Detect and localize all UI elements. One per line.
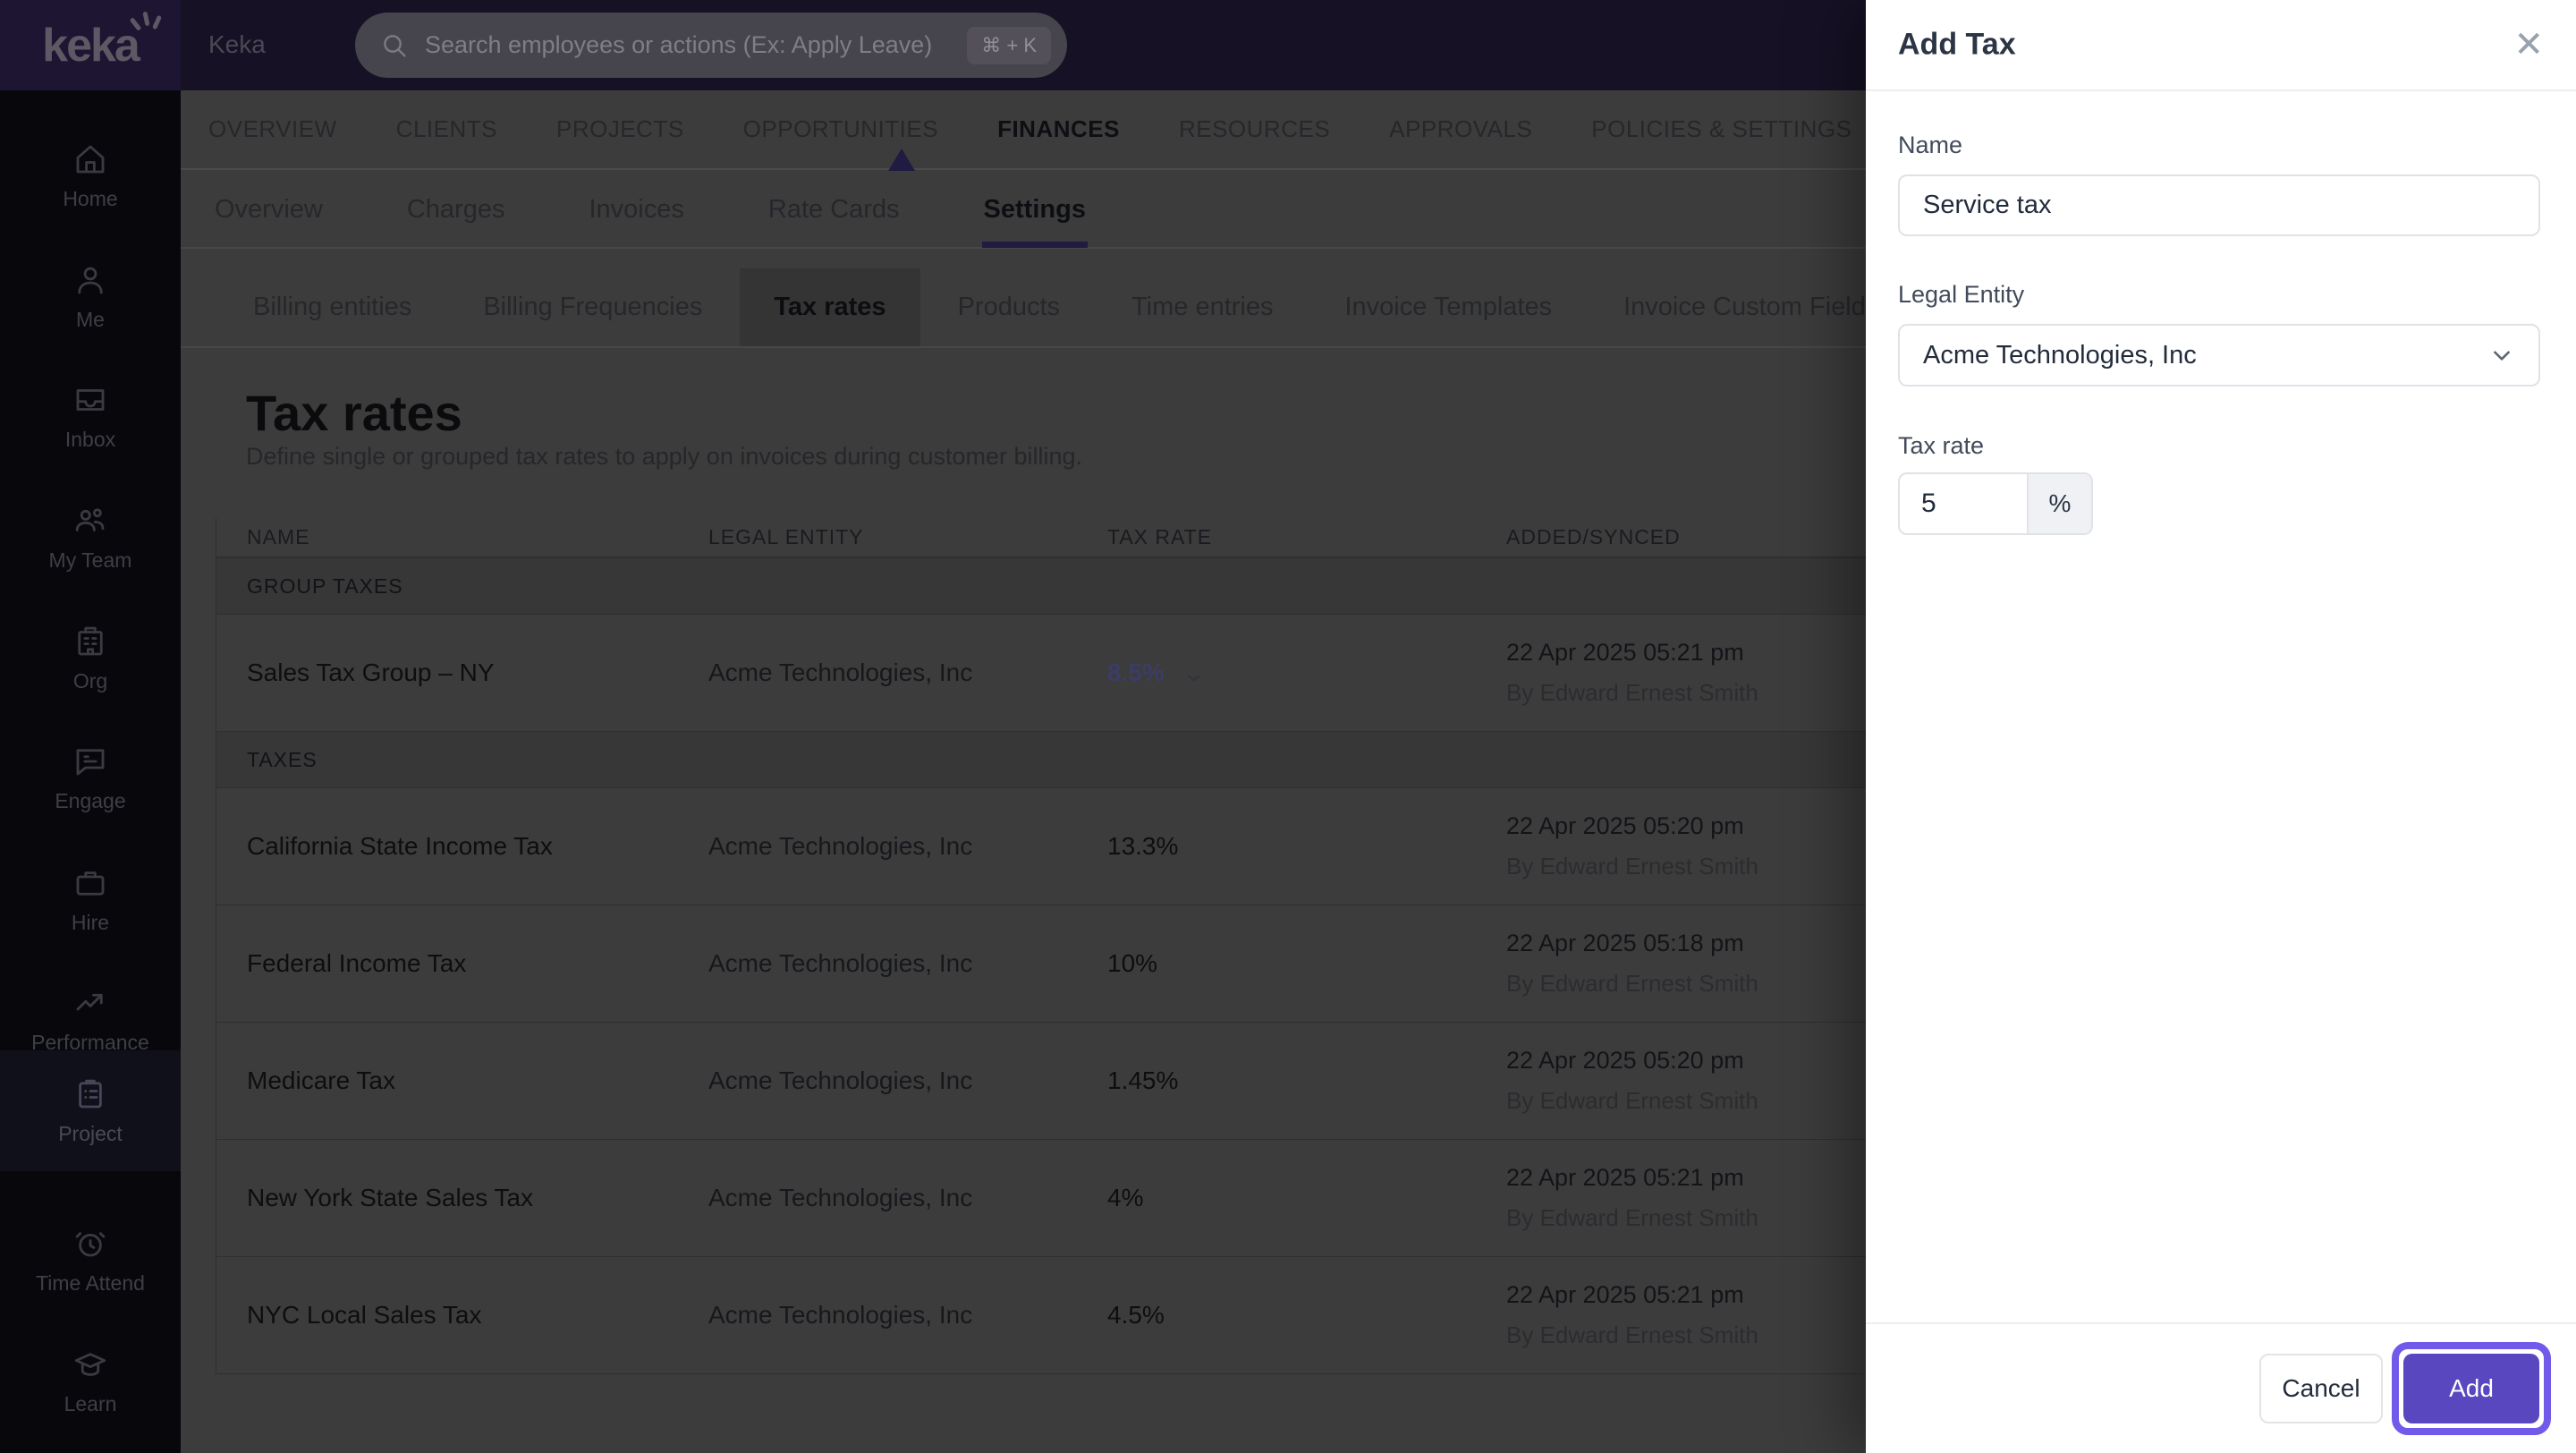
sidebar-item-home[interactable]: Home <box>0 115 181 236</box>
tab-projects[interactable]: PROJECTS <box>556 115 684 143</box>
tab-opportunities[interactable]: OPPORTUNITIES <box>743 115 938 143</box>
name-field[interactable]: Service tax <box>1898 174 2540 236</box>
drawer-footer: Cancel Add <box>1866 1322 2576 1453</box>
home-icon <box>72 140 109 178</box>
subtab-invoices[interactable]: Invoices <box>589 175 683 244</box>
tax-rate-field[interactable]: 5 <box>1900 474 2027 533</box>
legal-entity-label: Legal Entity <box>1898 281 2024 309</box>
col-header-name: NAME <box>216 525 708 549</box>
close-icon[interactable]: ✕ <box>2513 27 2544 63</box>
legal-entity-select[interactable]: Acme Technologies, Inc <box>1898 324 2540 387</box>
briefcase-icon <box>72 864 109 902</box>
user-icon <box>72 261 109 299</box>
sidebar-item-project[interactable]: Project <box>0 1050 181 1171</box>
tab-clients[interactable]: CLIENTS <box>396 115 497 143</box>
pill-tax-rates[interactable]: Tax rates <box>740 268 919 346</box>
pill-time-entries[interactable]: Time entries <box>1131 268 1273 346</box>
pill-invoice-templates[interactable]: Invoice Templates <box>1344 268 1552 346</box>
subtab-charges[interactable]: Charges <box>407 175 505 244</box>
sidebar-item-my-team[interactable]: My Team <box>0 477 181 598</box>
pill-billing-entities[interactable]: Billing entities <box>253 268 411 346</box>
logo-spark-icon <box>131 10 162 37</box>
sidebar-nav: Home Me Inbox My Team Org Engage Hire Pe… <box>0 90 181 1453</box>
clipboard-icon <box>72 1075 109 1113</box>
global-search-input[interactable]: Search employees or actions (Ex: Apply L… <box>355 13 1067 78</box>
group-rate-link[interactable]: 8.5% <box>1107 659 1165 686</box>
team-icon <box>72 502 109 540</box>
chat-icon <box>72 743 109 780</box>
app-title: Keka <box>208 30 266 59</box>
subtab-rate-cards[interactable]: Rate Cards <box>768 175 900 244</box>
cancel-button[interactable]: Cancel <box>2259 1354 2383 1423</box>
pill-products[interactable]: Products <box>958 268 1060 346</box>
sidebar-item-me[interactable]: Me <box>0 236 181 357</box>
tax-rate-group: 5 % <box>1898 472 2093 535</box>
sidebar-item-inbox[interactable]: Inbox <box>0 356 181 477</box>
sidebar-item-hire[interactable]: Hire <box>0 839 181 960</box>
pill-billing-frequencies[interactable]: Billing Frequencies <box>483 268 702 346</box>
keka-logo[interactable]: keka <box>0 0 181 90</box>
chevron-down-icon <box>2490 344 2513 367</box>
sidebar-item-org[interactable]: Org <box>0 598 181 718</box>
page-title: Tax rates <box>246 386 462 441</box>
col-header-tax-rate: TAX RATE <box>1107 525 1506 549</box>
add-button[interactable]: Add <box>2403 1354 2539 1423</box>
tab-policies-settings[interactable]: POLICIES & SETTINGS <box>1591 115 1852 143</box>
pill-invoice-custom-fields[interactable]: Invoice Custom Fields <box>1623 268 1878 346</box>
tab-finances[interactable]: FINANCES <box>997 115 1120 143</box>
col-header-legal-entity: LEGAL ENTITY <box>708 525 1107 549</box>
tax-rate-label: Tax rate <box>1898 432 1984 460</box>
search-icon <box>380 31 409 60</box>
drawer-header: Add Tax ✕ <box>1866 0 2576 91</box>
drawer-title: Add Tax <box>1898 28 2016 63</box>
logo-text: keka <box>42 20 139 72</box>
active-tab-caret-icon <box>888 149 915 171</box>
tab-approvals[interactable]: APPROVALS <box>1389 115 1532 143</box>
subtab-overview[interactable]: Overview <box>215 175 323 244</box>
search-shortcut-badge: ⌘ + K <box>967 27 1051 64</box>
search-placeholder: Search employees or actions (Ex: Apply L… <box>425 31 967 59</box>
percent-suffix: % <box>2027 474 2091 533</box>
alarm-icon <box>72 1225 109 1262</box>
grad-cap-icon <box>72 1346 109 1383</box>
building-icon <box>72 623 109 660</box>
tab-overview[interactable]: OVERVIEW <box>208 115 337 143</box>
sidebar-item-engage[interactable]: Engage <box>0 718 181 838</box>
chevron-down-icon[interactable]: ⌄ <box>1182 659 1207 687</box>
inbox-icon <box>72 381 109 419</box>
trend-icon <box>72 984 109 1022</box>
add-tax-drawer: Add Tax ✕ Name Service tax Legal Entity … <box>1866 0 2576 1453</box>
subtab-settings[interactable]: Settings <box>984 175 1086 244</box>
add-button-focus-ring: Add <box>2392 1342 2551 1435</box>
page-subtitle: Define single or grouped tax rates to ap… <box>246 441 1082 472</box>
name-label: Name <box>1898 132 1962 159</box>
sidebar-item-time-attend[interactable]: Time Attend <box>0 1200 181 1321</box>
tab-resources[interactable]: RESOURCES <box>1179 115 1330 143</box>
sidebar-item-learn[interactable]: Learn <box>0 1321 181 1441</box>
